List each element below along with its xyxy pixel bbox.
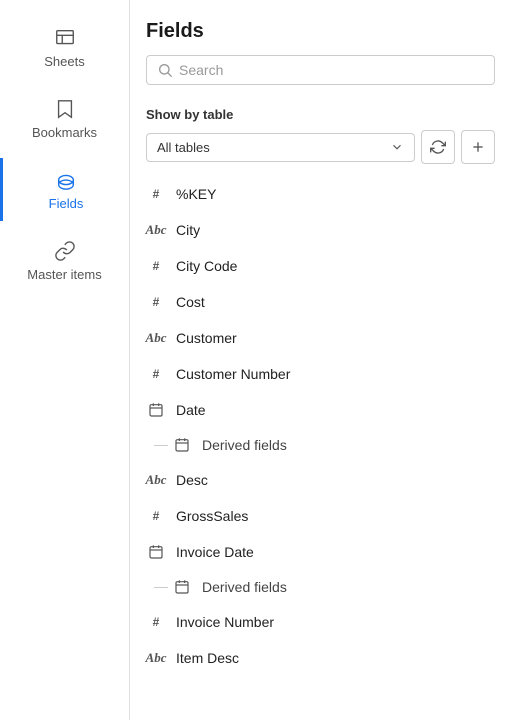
- field-name: Customer Number: [176, 366, 290, 382]
- list-item[interactable]: Abc Desc: [130, 462, 511, 498]
- derived-fields-label: Derived fields: [202, 579, 287, 595]
- list-item[interactable]: Derived fields: [158, 570, 511, 604]
- field-name: Customer: [176, 330, 237, 346]
- show-by-table-section: Show by table All tables: [130, 107, 511, 176]
- field-name: Invoice Number: [176, 614, 274, 630]
- sidebar-item-fields[interactable]: Fields: [0, 158, 129, 221]
- field-name: Date: [176, 402, 206, 418]
- field-name: Cost: [176, 294, 205, 310]
- sidebar-item-master-items[interactable]: Master items: [0, 229, 129, 292]
- list-item[interactable]: Date: [130, 392, 511, 428]
- string-icon: Abc: [146, 648, 166, 668]
- number-icon: #: [146, 256, 166, 276]
- search-icon: [157, 62, 173, 78]
- list-item[interactable]: # GrossSales: [130, 498, 511, 534]
- field-name: City: [176, 222, 200, 238]
- list-item[interactable]: Derived fields: [158, 428, 511, 462]
- add-icon: [470, 139, 486, 155]
- derived-fields-label: Derived fields: [202, 437, 287, 453]
- list-item[interactable]: Abc Item Desc: [130, 640, 511, 676]
- number-icon: #: [146, 292, 166, 312]
- bookmarks-icon: [53, 97, 77, 121]
- derived-container: Derived fields: [130, 570, 511, 604]
- derived-container: Derived fields: [130, 428, 511, 462]
- sidebar-item-bookmarks-label: Bookmarks: [32, 125, 97, 140]
- master-items-icon: [53, 239, 77, 263]
- date-derived-icon: [172, 435, 192, 455]
- header: Fields: [130, 0, 511, 107]
- chevron-down-icon: [390, 140, 404, 154]
- sheets-icon: [53, 26, 77, 50]
- field-name: Desc: [176, 472, 208, 488]
- sidebar-item-bookmarks[interactable]: Bookmarks: [0, 87, 129, 150]
- sidebar: Sheets Bookmarks Fields Master i: [0, 0, 130, 720]
- list-item[interactable]: Abc City: [130, 212, 511, 248]
- list-item[interactable]: # Cost: [130, 284, 511, 320]
- add-button[interactable]: [461, 130, 495, 164]
- sidebar-item-fields-label: Fields: [49, 196, 84, 211]
- search-input[interactable]: [179, 62, 484, 78]
- main-panel: Fields Show by table All tables: [130, 0, 511, 720]
- string-icon: Abc: [146, 328, 166, 348]
- sidebar-item-master-items-label: Master items: [27, 267, 101, 282]
- field-name: Invoice Date: [176, 544, 254, 560]
- number-icon: #: [146, 364, 166, 384]
- field-name: City Code: [176, 258, 237, 274]
- list-item[interactable]: # Invoice Number: [130, 604, 511, 640]
- field-name: %KEY: [176, 186, 216, 202]
- page-title: Fields: [146, 20, 495, 43]
- date-derived-icon: [172, 577, 192, 597]
- string-icon: Abc: [146, 220, 166, 240]
- date-icon: [146, 400, 166, 420]
- list-item[interactable]: Abc Customer: [130, 320, 511, 356]
- number-icon: #: [146, 612, 166, 632]
- string-icon: Abc: [146, 470, 166, 490]
- refresh-icon: [430, 139, 446, 155]
- fields-list: # %KEY Abc City # City Code # Cost Abc C…: [130, 176, 511, 720]
- fields-icon: [54, 168, 78, 192]
- list-item[interactable]: Invoice Date: [130, 534, 511, 570]
- all-tables-dropdown[interactable]: All tables: [146, 133, 415, 162]
- number-icon: #: [146, 506, 166, 526]
- date-icon: [146, 542, 166, 562]
- sidebar-item-sheets-label: Sheets: [44, 54, 84, 69]
- field-name: GrossSales: [176, 508, 248, 524]
- table-controls: All tables: [146, 130, 495, 164]
- list-item[interactable]: # %KEY: [130, 176, 511, 212]
- list-item[interactable]: # City Code: [130, 248, 511, 284]
- field-name: Item Desc: [176, 650, 239, 666]
- sidebar-item-sheets[interactable]: Sheets: [0, 16, 129, 79]
- list-item[interactable]: # Customer Number: [130, 356, 511, 392]
- search-container: [146, 55, 495, 85]
- all-tables-label: All tables: [157, 140, 210, 155]
- show-by-table-label: Show by table: [146, 107, 495, 122]
- refresh-button[interactable]: [421, 130, 455, 164]
- number-icon: #: [146, 184, 166, 204]
